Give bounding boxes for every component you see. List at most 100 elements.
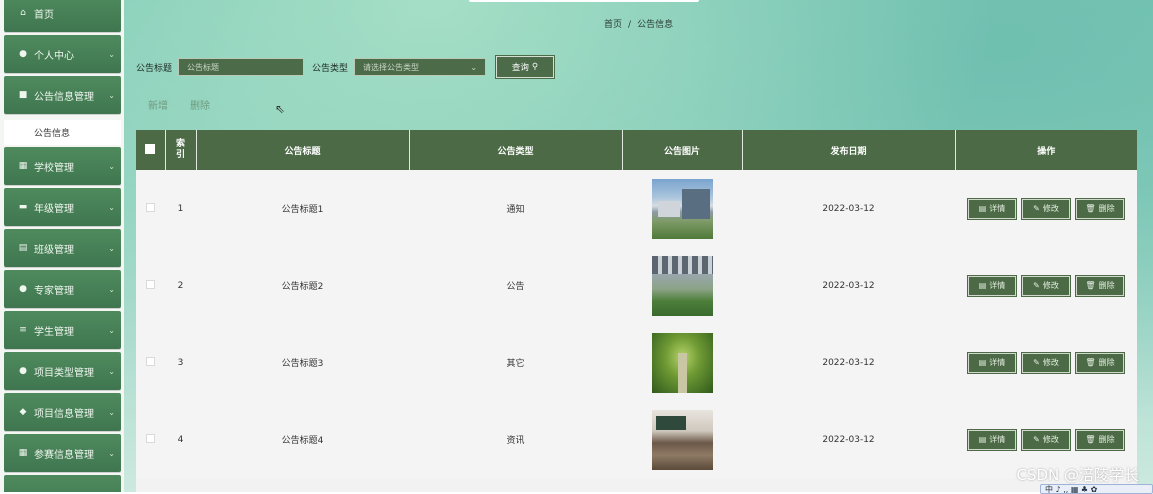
row-checkbox[interactable]	[146, 202, 155, 212]
sidebar-item-partial[interactable]	[4, 475, 121, 492]
row-title: 公告标题1	[281, 205, 324, 215]
home-icon: ⌂	[20, 8, 26, 18]
select-all-cell[interactable]	[136, 130, 166, 170]
row-image-cell	[622, 324, 742, 401]
breadcrumb-current: 公告信息	[637, 20, 674, 30]
type-select-placeholder: 请选择公告类型	[363, 62, 420, 72]
detail-button-label: 详情	[989, 435, 1006, 444]
row-type: 公告	[506, 282, 525, 292]
delete-button-label: 删除	[1098, 435, 1115, 444]
chevron-down-icon: ⌄	[108, 448, 115, 458]
detail-button-label: 详情	[989, 358, 1006, 367]
edit-button[interactable]: ✎ 修改	[1022, 275, 1070, 296]
sidebar-item-project-type[interactable]: ● 项目类型管理 ⌄	[4, 352, 121, 390]
detail-button-label: 详情	[989, 204, 1006, 213]
title-search-input[interactable]: 公告标题	[178, 58, 305, 76]
notice-icon: ■	[18, 90, 28, 100]
detail-button[interactable]: ▤ 详情	[968, 352, 1016, 373]
sidebar-subitem-label: 公告信息	[34, 129, 71, 139]
action-row: 新增 删除	[148, 97, 210, 112]
row-date: 2022-03-12	[822, 357, 875, 368]
sidebar-item-label: 公告信息管理	[34, 91, 94, 103]
row-index: 1	[177, 203, 184, 214]
sidebar-item-personal-center[interactable]: ● 个人中心 ⌄	[4, 35, 121, 73]
type-select[interactable]: 请选择公告类型 ⌄	[354, 58, 487, 76]
edit-button[interactable]: ✎ 修改	[1022, 198, 1070, 219]
chevron-down-icon: ⌄	[108, 366, 115, 376]
notice-image[interactable]	[651, 255, 713, 316]
sidebar-item-notice-management[interactable]: ■ 公告信息管理 ⌄	[4, 76, 121, 114]
delete-row-button[interactable]: 🗑 删除	[1076, 198, 1124, 219]
sidebar-item-expert[interactable]: ● 专家管理 ⌄	[4, 270, 121, 308]
sidebar-item-school[interactable]: ▦ 学校管理 ⌄	[4, 147, 121, 185]
row-date: 2022-03-12	[822, 280, 875, 291]
notice-image[interactable]	[651, 332, 713, 393]
sidebar-subitem-notice-info[interactable]: 公告信息	[4, 120, 121, 145]
edit-button[interactable]: ✎ 修改	[1022, 352, 1070, 373]
notice-image[interactable]	[651, 178, 713, 239]
detail-button[interactable]: ▤ 详情	[968, 275, 1016, 296]
table-row: 2 公告标题2 公告 2022-03-12 ▤ 详情 ✎ 修改 🗑 删除	[136, 247, 1137, 324]
table-row: 3 公告标题3 其它 2022-03-12 ▤ 详情 ✎ 修改 🗑 删除	[136, 324, 1137, 401]
ime-toolbar[interactable]: 中 ♪ ,, ▦ ♣ ✿	[1040, 484, 1153, 494]
trash-icon: 🗑	[1085, 435, 1096, 444]
sidebar-item-competition[interactable]: ▦ 参赛信息管理 ⌄	[4, 434, 121, 472]
row-date: 2022-03-12	[822, 434, 875, 445]
sidebar-item-label: 个人中心	[34, 50, 74, 62]
chevron-down-icon: ⌄	[108, 90, 115, 100]
sidebar-item-label: 年级管理	[34, 203, 74, 215]
delete-row-button[interactable]: 🗑 删除	[1076, 429, 1124, 450]
sidebar-item-student[interactable]: ≡ 学生管理 ⌄	[4, 311, 121, 349]
sidebar-item-label: 学生管理	[34, 326, 74, 338]
notice-image[interactable]	[651, 409, 713, 470]
sidebar-item-label: 专家管理	[34, 285, 74, 297]
edit-button-label: 修改	[1042, 281, 1059, 290]
edit-button[interactable]: ✎ 修改	[1022, 429, 1070, 450]
row-index: 2	[177, 280, 184, 291]
sidebar-item-grade[interactable]: ▬ 年级管理 ⌄	[4, 188, 121, 226]
document-icon: ▤	[978, 281, 987, 290]
main-content: 首页 / 公告信息 公告标题 公告标题 公告类型 请选择公告类型 ⌄ 查询 ⚲ 新增…	[124, 0, 1153, 492]
header-ops: 操作	[1037, 146, 1056, 157]
competition-icon: ▦	[18, 448, 28, 458]
delete-row-button[interactable]: 🗑 删除	[1076, 352, 1124, 373]
notice-table: 索引 公告标题 公告类型 公告图片 发布日期 操作 1 公告标题1 通知 202…	[136, 130, 1137, 492]
table-row: 1 公告标题1 通知 2022-03-12 ▤ 详情 ✎ 修改 🗑 删除	[136, 170, 1137, 247]
chevron-down-icon: ⌄	[108, 243, 115, 253]
project-type-icon: ●	[19, 366, 27, 376]
delete-row-button[interactable]: 🗑 删除	[1076, 275, 1124, 296]
sidebar-item-class[interactable]: ▤ 班级管理 ⌄	[4, 229, 121, 267]
row-checkbox[interactable]	[146, 356, 155, 366]
row-image-cell	[622, 170, 742, 247]
search-bar: 公告标题 公告标题 公告类型 请选择公告类型 ⌄ 查询 ⚲	[136, 56, 555, 78]
row-checkbox[interactable]	[146, 433, 155, 443]
chevron-down-icon: ⌄	[470, 62, 478, 72]
row-checkbox[interactable]	[146, 279, 155, 289]
table-row: 4 公告标题4 资讯 2022-03-12 ▤ 详情 ✎ 修改 🗑 删除	[136, 401, 1137, 478]
detail-button[interactable]: ▤ 详情	[968, 429, 1016, 450]
breadcrumb-home[interactable]: 首页	[604, 20, 622, 30]
select-all-checkbox[interactable]	[145, 143, 156, 154]
header-date: 发布日期	[742, 130, 956, 170]
sidebar-item-label: 参赛信息管理	[34, 449, 94, 461]
row-index: 4	[177, 434, 184, 445]
sidebar-item-home[interactable]: ⌂ 首页	[4, 0, 121, 32]
chevron-down-icon: ⌄	[108, 325, 115, 335]
type-search-label: 公告类型	[312, 63, 349, 74]
sidebar-item-label: 班级管理	[34, 244, 74, 256]
sidebar-item-project-info[interactable]: ◆ 项目信息管理 ⌄	[4, 393, 121, 431]
delete-button[interactable]: 删除	[190, 97, 210, 112]
class-icon: ▤	[18, 243, 28, 253]
search-icon: ⚲	[531, 62, 539, 72]
chevron-down-icon: ⌄	[108, 284, 115, 294]
row-ops: ▤ 详情 ✎ 修改 🗑 删除	[955, 247, 1137, 324]
header-title: 公告标题	[196, 130, 410, 170]
query-button[interactable]: 查询 ⚲	[496, 56, 555, 78]
pencil-icon: ✎	[1033, 204, 1040, 213]
detail-button[interactable]: ▤ 详情	[968, 198, 1016, 219]
header-type: 公告类型	[409, 130, 623, 170]
chevron-down-icon: ⌄	[108, 407, 115, 417]
add-button[interactable]: 新增	[148, 97, 168, 112]
watermark: CSDN @涪陵学长	[1016, 466, 1139, 484]
delete-button-label: 删除	[1098, 358, 1115, 367]
